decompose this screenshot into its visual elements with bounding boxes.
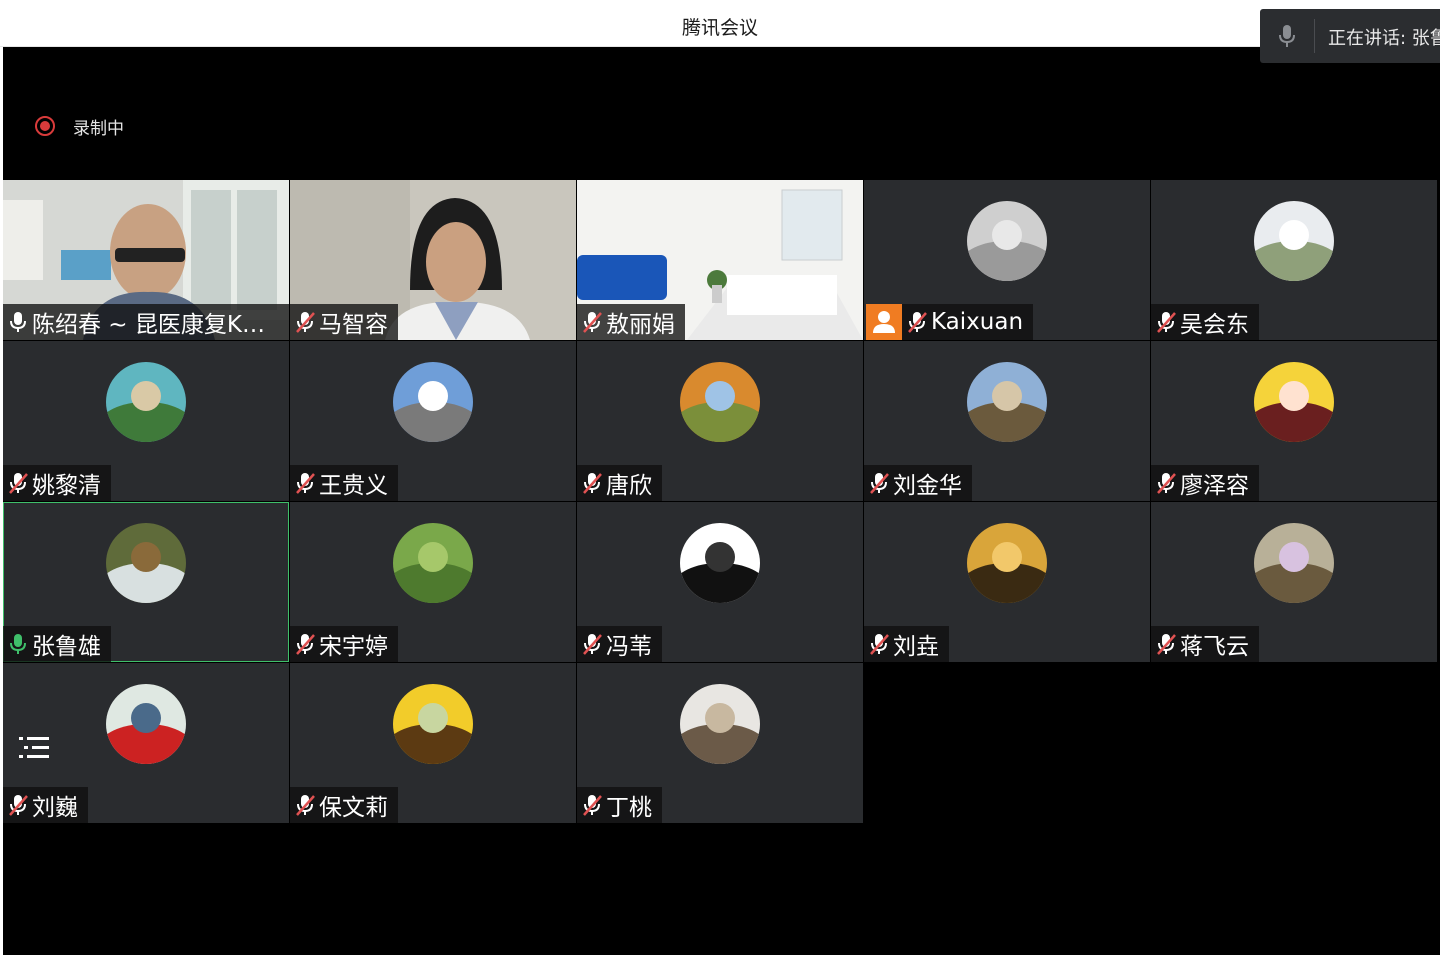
recording-icon xyxy=(35,116,55,136)
mic-muted-icon xyxy=(906,310,928,334)
participant-tile[interactable]: 马智容 xyxy=(290,180,576,340)
name-bar: 张鲁雄 xyxy=(3,626,111,662)
mic-icon xyxy=(7,310,29,334)
recording-label: 录制中 xyxy=(73,118,124,139)
participant-name: 姚黎清 xyxy=(32,473,101,499)
participant-tile[interactable]: 唐欣 xyxy=(577,341,863,501)
participant-name: 蒋飞云 xyxy=(1180,634,1249,660)
participant-name: 刘巍 xyxy=(32,795,78,821)
red-cape-avatar xyxy=(106,684,186,764)
participant-name: 敖丽娟 xyxy=(606,312,675,338)
participant-tile[interactable]: 廖泽容 xyxy=(1151,341,1437,501)
participant-name: 陈绍春 ~ 昆医康复KMMU xyxy=(32,312,279,338)
street-sky-avatar xyxy=(393,362,473,442)
name-bar: 保文莉 xyxy=(290,787,398,823)
participant-name: 宋宇婷 xyxy=(319,634,388,660)
participant-tile[interactable]: 刘垚 xyxy=(864,502,1150,662)
participant-name: 唐欣 xyxy=(606,473,652,499)
divider xyxy=(1314,19,1315,53)
participant-tile[interactable]: 吴会东 xyxy=(1151,180,1437,340)
mic-muted-icon xyxy=(7,793,29,817)
name-bar: 王贵义 xyxy=(290,465,398,501)
name-bar: 陈绍春 ~ 昆医康复KMMU xyxy=(3,304,289,340)
name-bar: 马智容 xyxy=(290,304,398,340)
participant-name: 张鲁雄 xyxy=(32,634,101,660)
name-bar: 蒋飞云 xyxy=(1151,626,1259,662)
mic-muted-icon xyxy=(581,632,603,656)
white-flower-avatar xyxy=(1254,201,1334,281)
host-badge-icon xyxy=(866,304,902,340)
name-bar: 唐欣 xyxy=(577,465,662,501)
name-bar: Kaixuan xyxy=(902,304,1034,340)
waterfall-avatar xyxy=(106,523,186,603)
mic-muted-icon xyxy=(868,471,890,495)
window-title: 腾讯会议 xyxy=(681,17,758,39)
participant-name: Kaixuan xyxy=(931,309,1024,335)
participant-grid: 陈绍春 ~ 昆医康复KMMU 马智容 敖丽娟 Kaixuan 吴会东姚黎清 王贵义 唐欣 刘金… xyxy=(3,180,1438,824)
participant-name: 廖泽容 xyxy=(1180,473,1249,499)
mic-muted-icon xyxy=(581,471,603,495)
name-bar: 姚黎清 xyxy=(3,465,111,501)
name-bar: 冯苇 xyxy=(577,626,662,662)
participant-name: 吴会东 xyxy=(1180,312,1249,338)
mic-muted-icon xyxy=(581,793,603,817)
mic-muted-icon xyxy=(294,471,316,495)
autumn-tree-avatar xyxy=(680,362,760,442)
meeting-stage: 录制中 陈绍春 ~ 昆医康复KMMU 马智容 敖丽娟 Kaixuan 吴会东姚黎清 王贵义… xyxy=(3,47,1440,955)
participant-name: 保文莉 xyxy=(319,795,388,821)
participant-name: 马智容 xyxy=(319,312,388,338)
moon-tree-avatar xyxy=(967,523,1047,603)
participant-tile[interactable]: 张鲁雄 xyxy=(3,502,289,662)
name-bar: 吴会东 xyxy=(1151,304,1259,340)
participant-name: 王贵义 xyxy=(319,473,388,499)
sloth-avatar xyxy=(680,684,760,764)
participant-tile[interactable]: 姚黎清 xyxy=(3,341,289,501)
lake-tree-avatar xyxy=(106,362,186,442)
sketch-avatar xyxy=(967,201,1047,281)
name-bar: 刘垚 xyxy=(864,626,949,662)
participant-tile[interactable]: Kaixuan xyxy=(864,180,1150,340)
name-bar: 宋宇婷 xyxy=(290,626,398,662)
green-plant-avatar xyxy=(393,523,473,603)
mic-muted-icon xyxy=(1155,310,1177,334)
speaking-indicator[interactable]: 正在讲话: 张鲁雄 xyxy=(1260,9,1440,63)
name-bar: 丁桃 xyxy=(577,787,662,823)
participant-tile[interactable]: 敖丽娟 xyxy=(577,180,863,340)
mic-muted-icon xyxy=(7,471,29,495)
mic-muted-icon xyxy=(294,793,316,817)
flower-wood-avatar xyxy=(1254,523,1334,603)
participant-tile[interactable]: 蒋飞云 xyxy=(1151,502,1437,662)
participant-tile[interactable]: 宋宇婷 xyxy=(290,502,576,662)
mic-muted-icon xyxy=(581,310,603,334)
cartoon-girl-avatar xyxy=(1254,362,1334,442)
sunflower-avatar xyxy=(393,684,473,764)
black-sheep-avatar xyxy=(680,523,760,603)
participant-tile[interactable]: 保文莉 xyxy=(290,663,576,823)
mic-muted-icon xyxy=(868,632,890,656)
mic-muted-icon xyxy=(1155,471,1177,495)
participant-name: 刘垚 xyxy=(893,634,939,660)
participant-tile[interactable]: 王贵义 xyxy=(290,341,576,501)
palace-avatar xyxy=(967,362,1047,442)
participant-tile[interactable]: 丁桃 xyxy=(577,663,863,823)
participant-name: 冯苇 xyxy=(606,634,652,660)
name-bar: 敖丽娟 xyxy=(577,304,685,340)
speaking-text: 正在讲话: 张鲁雄 xyxy=(1328,28,1440,49)
mic-muted-icon xyxy=(294,632,316,656)
name-bar: 廖泽容 xyxy=(1151,465,1259,501)
participant-name: 刘金华 xyxy=(893,473,962,499)
mic-speaking-icon xyxy=(7,632,29,656)
participant-tile[interactable]: 冯苇 xyxy=(577,502,863,662)
recording-status[interactable]: 录制中 xyxy=(35,115,124,139)
list-icon[interactable] xyxy=(15,730,55,766)
participant-name: 丁桃 xyxy=(606,795,652,821)
name-bar: 刘金华 xyxy=(864,465,972,501)
name-bar: 刘巍 xyxy=(3,787,88,823)
mic-muted-icon xyxy=(1155,632,1177,656)
mic-muted-icon xyxy=(294,310,316,334)
title-bar: 腾讯会议 xyxy=(0,0,1440,47)
participant-tile[interactable]: 陈绍春 ~ 昆医康复KMMU xyxy=(3,180,289,340)
mic-icon xyxy=(1279,25,1295,47)
participant-tile[interactable]: 刘金华 xyxy=(864,341,1150,501)
